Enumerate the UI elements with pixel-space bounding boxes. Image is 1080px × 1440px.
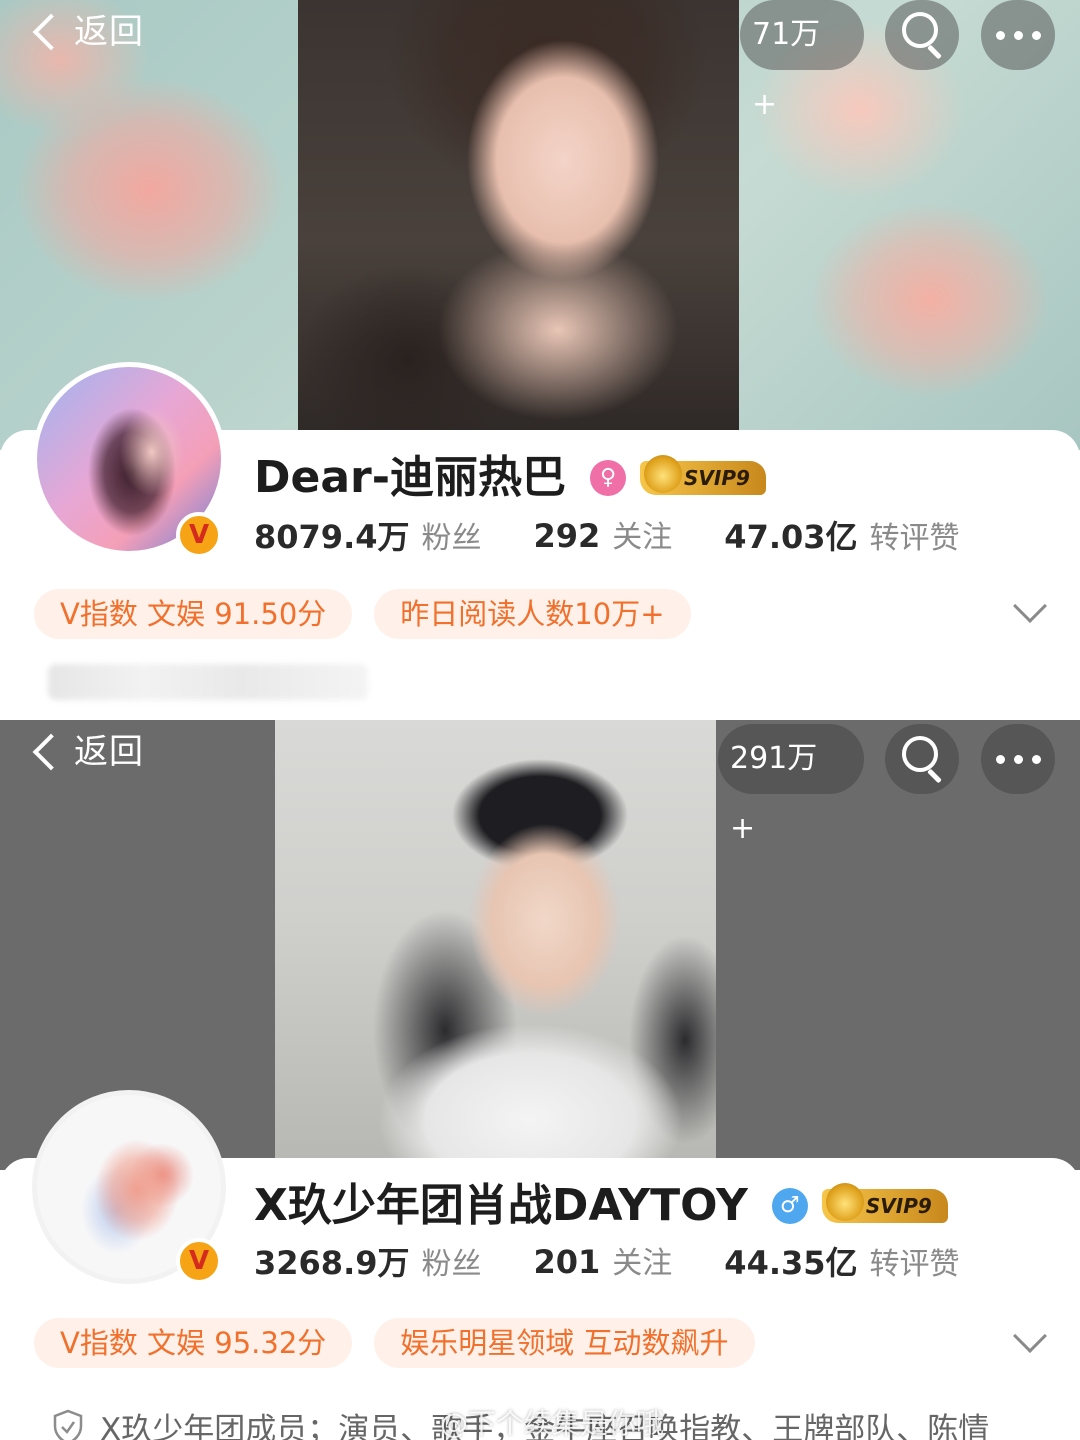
crown-icon: [825, 1183, 864, 1221]
more-icon: [981, 724, 1055, 794]
username: X玖少年团肖战DAYTOY: [254, 1180, 748, 1231]
cover-photo[interactable]: [298, 0, 739, 438]
more-icon: [981, 0, 1055, 70]
search-icon: [902, 12, 938, 48]
name-row: Dear-迪丽热巴 ♀ SVIP9: [254, 448, 766, 508]
search-button[interactable]: [885, 724, 959, 794]
back-button[interactable]: 返回: [28, 730, 144, 774]
more-button[interactable]: [981, 0, 1055, 70]
female-icon: ♀: [590, 460, 627, 496]
tag-row: V指数 文娱 91.50分 昨日阅读人数10万+: [34, 589, 691, 639]
verified-badge-icon: V: [176, 1238, 222, 1284]
cover-photo[interactable]: [275, 720, 716, 1162]
stat-interactions[interactable]: 47.03亿 转评赞: [724, 512, 959, 558]
profile-panel-top: 返回 71万+ V Dear-迪丽热巴 ♀ SVIP9 8079.4万 粉丝 2…: [0, 0, 1080, 720]
stats-row: 8079.4万 粉丝 292 关注 47.03亿 转评赞: [254, 512, 960, 558]
stat-followers[interactable]: 3268.9万 粉丝: [254, 1238, 482, 1284]
stat-following[interactable]: 201 关注: [534, 1238, 673, 1284]
svip-badge[interactable]: SVIP9: [821, 1183, 948, 1223]
tag-v-index[interactable]: V指数 文娱 91.50分: [34, 589, 353, 639]
back-label: 返回: [74, 12, 144, 52]
stat-interactions[interactable]: 44.35亿 转评赞: [724, 1238, 959, 1284]
profile-panel-bottom: 返回 291万+ V X玖少年团肖战DAYTOY ♂ SVIP9 3268.9万…: [0, 720, 1080, 1440]
stats-row: 3268.9万 粉丝 201 关注 44.35亿 转评赞: [254, 1238, 960, 1284]
chevron-left-icon: [32, 13, 70, 51]
male-icon: ♂: [771, 1188, 808, 1224]
search-icon: [902, 736, 938, 772]
search-button[interactable]: [885, 0, 959, 70]
more-button[interactable]: [981, 724, 1055, 794]
visitor-count-badge[interactable]: 71万+: [740, 0, 864, 122]
back-label: 返回: [74, 732, 144, 772]
back-button[interactable]: 返回: [28, 10, 144, 54]
stat-following[interactable]: 292 关注: [534, 512, 673, 558]
crown-icon: [644, 455, 683, 493]
username: Dear-迪丽热巴: [254, 452, 567, 503]
shield-icon: [52, 1409, 84, 1440]
stat-followers[interactable]: 8079.4万 粉丝: [254, 512, 482, 558]
tag-row: V指数 文娱 95.32分 娱乐明星领域 互动数飙升: [34, 1318, 755, 1368]
verified-badge-icon: V: [176, 512, 222, 558]
watermark: @下个续集是你哦: [440, 1407, 665, 1440]
tag-trending[interactable]: 娱乐明星领域 互动数飙升: [374, 1318, 755, 1368]
tag-readers[interactable]: 昨日阅读人数10万+: [374, 589, 691, 639]
tag-v-index[interactable]: V指数 文娱 95.32分: [34, 1318, 353, 1368]
blurred-bio: [48, 664, 368, 700]
name-row: X玖少年团肖战DAYTOY ♂ SVIP9: [254, 1176, 948, 1236]
visitor-count-badge[interactable]: 291万+: [718, 724, 864, 846]
svip-badge[interactable]: SVIP9: [640, 455, 766, 495]
chevron-left-icon: [32, 733, 70, 771]
